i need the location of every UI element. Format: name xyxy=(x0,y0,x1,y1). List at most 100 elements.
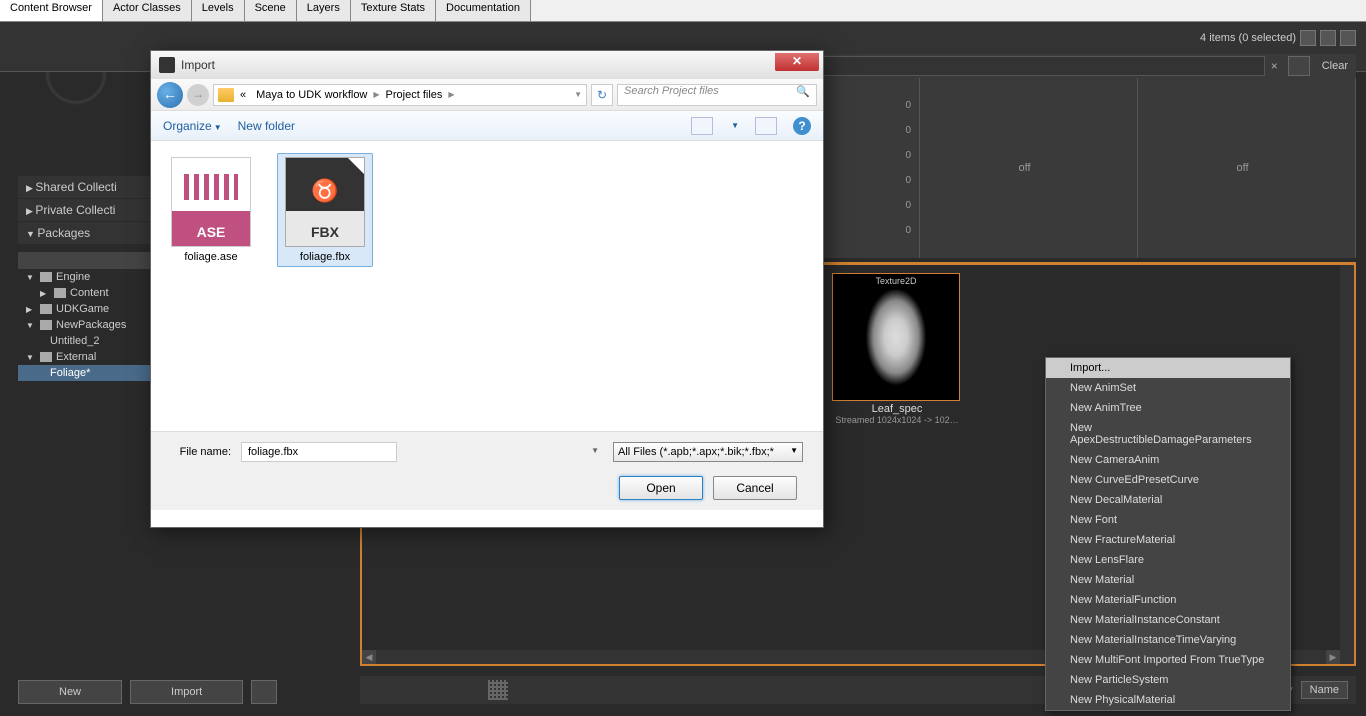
menu-item[interactable]: New MaterialInstanceTimeVarying xyxy=(1046,630,1290,650)
file-filter-dropdown[interactable]: All Files (*.apb;*.apx;*.bik;*.fbx;* ▼ xyxy=(613,442,803,462)
path-segment[interactable]: Project files xyxy=(382,89,447,101)
tree-label: Content xyxy=(70,287,109,299)
filter-settings-icon[interactable] xyxy=(1288,56,1310,76)
tab-content-browser[interactable]: Content Browser xyxy=(0,0,103,21)
tree-label: Engine xyxy=(56,271,90,283)
folder-icon xyxy=(54,288,66,298)
ase-file-icon xyxy=(171,157,251,247)
vertical-scrollbar[interactable] xyxy=(1340,265,1354,664)
chevron-down-icon[interactable]: ▼ xyxy=(731,121,739,130)
header-icons xyxy=(1300,30,1356,46)
asset-leaf-spec[interactable]: Texture2D Leaf_spec Streamed 1024x1024 -… xyxy=(832,273,962,425)
sort-dropdown[interactable]: Name xyxy=(1301,681,1348,699)
dialog-nav: ← → « Maya to UDK workflow ▶ Project fil… xyxy=(151,79,823,111)
lock-icon[interactable] xyxy=(1300,30,1316,46)
nav-forward-button[interactable]: → xyxy=(187,84,209,106)
nav-back-button[interactable]: ← xyxy=(157,82,183,108)
filter-cell-3[interactable]: off xyxy=(1138,78,1356,258)
path-segment[interactable]: Maya to UDK workflow xyxy=(252,89,371,101)
count: 0 xyxy=(905,150,911,161)
scroll-left-icon[interactable]: ◀ xyxy=(362,650,376,664)
menu-item[interactable]: New ApexDestructibleDamageParameters xyxy=(1046,418,1290,450)
preview-pane-icon[interactable] xyxy=(755,117,777,135)
menu-item[interactable]: New CurveEdPresetCurve xyxy=(1046,470,1290,490)
tree-label: NewPackages xyxy=(56,319,126,331)
tab-texture-stats[interactable]: Texture Stats xyxy=(351,0,436,21)
menu-item[interactable]: New AnimTree xyxy=(1046,398,1290,418)
folder-icon xyxy=(40,272,52,282)
cancel-button[interactable]: Cancel xyxy=(713,476,797,500)
search-field[interactable]: Search Project files 🔍 xyxy=(617,84,817,106)
file-foliage-fbx[interactable]: ♉ foliage.fbx xyxy=(277,153,373,267)
folder-icon xyxy=(218,88,234,102)
off-label: off xyxy=(1236,162,1248,174)
main-area: 4 items (0 selected) × Clear 0 0 0 0 0 0… xyxy=(0,22,1366,716)
view-mode-icon[interactable] xyxy=(691,117,713,135)
menu-item[interactable]: New Material xyxy=(1046,570,1290,590)
chevron-down-icon[interactable]: ▼ xyxy=(591,446,599,455)
filename-input[interactable] xyxy=(241,442,397,462)
tree-label: External xyxy=(56,351,96,363)
file-foliage-ase[interactable]: foliage.ase xyxy=(163,153,259,267)
tab-documentation[interactable]: Documentation xyxy=(436,0,531,21)
menu-item[interactable]: New MultiFont Imported From TrueType xyxy=(1046,650,1290,670)
menu-item[interactable]: New MaterialInstanceConstant xyxy=(1046,610,1290,630)
context-menu: Import... New AnimSet New AnimTree New A… xyxy=(1045,357,1291,711)
menu-item[interactable]: New CameraAnim xyxy=(1046,450,1290,470)
open-button[interactable]: Open xyxy=(619,476,703,500)
tree-label: Foliage* xyxy=(50,367,90,379)
search-icon: 🔍 xyxy=(796,85,810,98)
grid-view-icon[interactable] xyxy=(488,680,508,700)
new-button[interactable]: New xyxy=(18,680,122,704)
filename-label: File name: xyxy=(171,446,231,458)
folder-icon xyxy=(40,352,52,362)
window-icon[interactable] xyxy=(1320,30,1336,46)
tree-label: UDKGame xyxy=(56,303,109,315)
count: 0 xyxy=(905,175,911,186)
filter-cell-2[interactable]: off xyxy=(920,78,1138,258)
menu-item[interactable]: New ParticleSystem xyxy=(1046,670,1290,690)
folder-icon xyxy=(40,304,52,314)
menu-item[interactable]: New FractureMaterial xyxy=(1046,530,1290,550)
count: 0 xyxy=(905,225,911,236)
top-tabs: Content Browser Actor Classes Levels Sce… xyxy=(0,0,1366,22)
search-placeholder: Search Project files xyxy=(624,85,719,97)
menu-item[interactable]: New AnimSet xyxy=(1046,378,1290,398)
path-prefix[interactable]: « xyxy=(236,89,250,101)
tree-label: Untitled_2 xyxy=(50,335,100,347)
chevron-down-icon[interactable]: ▼ xyxy=(574,90,582,99)
scroll-right-icon[interactable]: ▶ xyxy=(1326,650,1340,664)
tab-levels[interactable]: Levels xyxy=(192,0,245,21)
organize-menu[interactable]: Organize▼ xyxy=(163,119,222,133)
asset-name: Leaf_spec xyxy=(832,403,962,415)
close-panel-icon[interactable] xyxy=(1340,30,1356,46)
close-button[interactable]: ✕ xyxy=(775,53,819,71)
app-icon xyxy=(159,57,175,73)
clear-filter-x[interactable]: × xyxy=(1265,59,1284,73)
menu-item[interactable]: New DecalMaterial xyxy=(1046,490,1290,510)
import-button[interactable]: Import xyxy=(130,680,243,704)
help-icon[interactable]: ? xyxy=(793,117,811,135)
menu-item[interactable]: New MaterialFunction xyxy=(1046,590,1290,610)
open-folder-icon[interactable] xyxy=(251,680,277,704)
new-folder-button[interactable]: New folder xyxy=(238,119,295,133)
clear-button[interactable]: Clear xyxy=(1314,60,1356,72)
asset-thumbnail: Texture2D xyxy=(832,273,960,401)
menu-item[interactable]: New PhysicalMaterial xyxy=(1046,690,1290,710)
menu-item[interactable]: New Font xyxy=(1046,510,1290,530)
off-label: off xyxy=(1018,162,1030,174)
path-breadcrumb[interactable]: « Maya to UDK workflow ▶ Project files ▶… xyxy=(213,84,587,106)
import-dialog: Import ✕ ← → « Maya to UDK workflow ▶ Pr… xyxy=(150,50,824,528)
menu-import[interactable]: Import... xyxy=(1046,358,1290,378)
chevron-right-icon: ▶ xyxy=(373,90,379,99)
dialog-titlebar[interactable]: Import ✕ xyxy=(151,51,823,79)
sidebar-buttons: New Import xyxy=(18,680,277,704)
refresh-button[interactable]: ↻ xyxy=(591,84,613,106)
tab-actor-classes[interactable]: Actor Classes xyxy=(103,0,192,21)
tab-scene[interactable]: Scene xyxy=(245,0,297,21)
item-count: 4 items (0 selected) xyxy=(1200,32,1296,44)
tab-layers[interactable]: Layers xyxy=(297,0,351,21)
menu-item[interactable]: New LensFlare xyxy=(1046,550,1290,570)
file-list[interactable]: foliage.ase ♉ foliage.fbx xyxy=(151,141,823,431)
folder-icon xyxy=(40,320,52,330)
